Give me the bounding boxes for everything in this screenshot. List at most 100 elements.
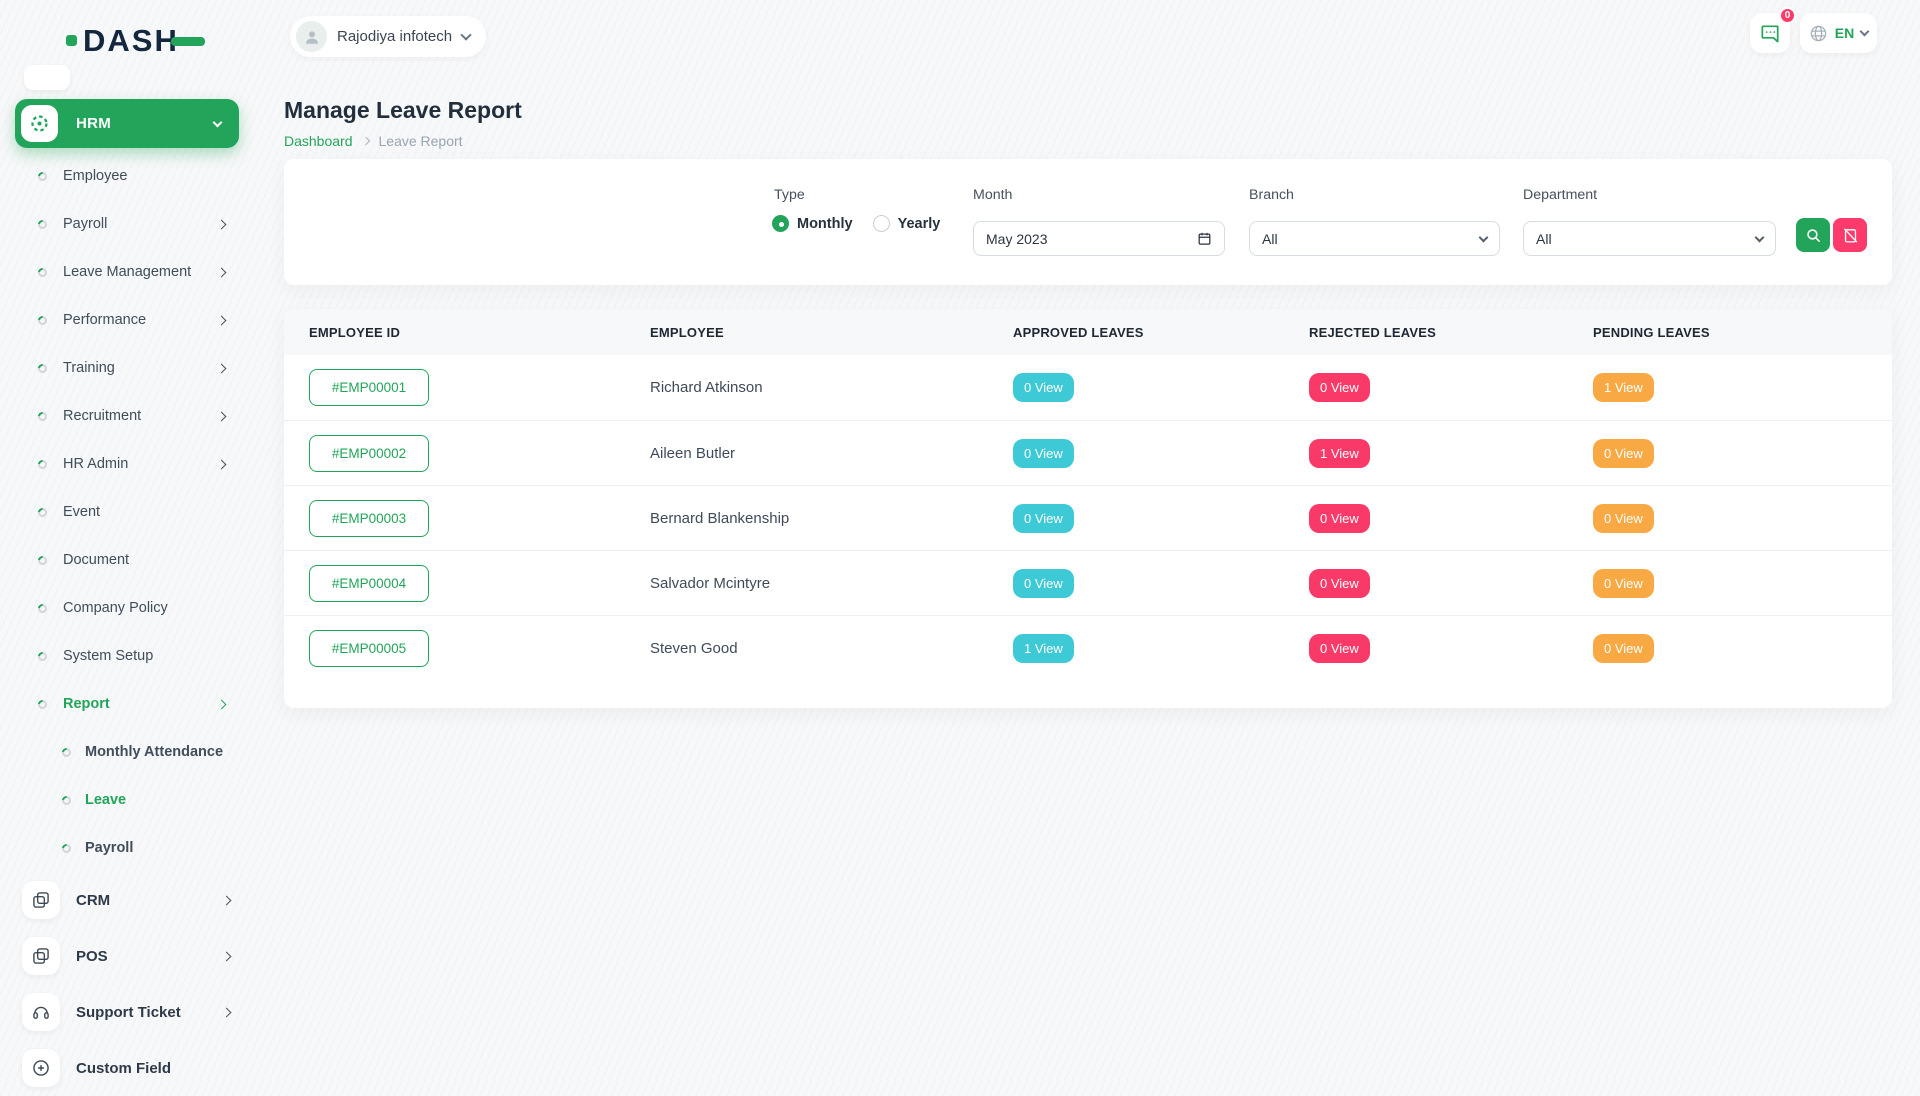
company-selector[interactable]: Rajodiya infotech — [290, 16, 486, 57]
type-radio-group: Monthly Yearly — [772, 215, 940, 232]
chevron-down-icon — [460, 29, 471, 40]
bullet-icon — [36, 506, 49, 519]
language-code: EN — [1835, 25, 1854, 41]
breadcrumb-current: Leave Report — [379, 133, 463, 149]
column-header-rejected-leaves: REJECTED LEAVES — [1309, 325, 1593, 340]
sidebar-module-custom-field[interactable]: Custom Field — [0, 1040, 254, 1096]
chevron-right-icon — [222, 895, 232, 905]
approved-leaves-badge[interactable]: 0 View — [1013, 504, 1074, 533]
employee-id-button[interactable]: #EMP00002 — [309, 435, 429, 472]
chevron-right-icon — [217, 363, 227, 373]
employee-name: Aileen Butler — [650, 445, 1013, 462]
pending-leaves-badge[interactable]: 0 View — [1593, 439, 1654, 468]
branch-select[interactable]: All — [1249, 221, 1500, 256]
sidebar-module-support-ticket[interactable]: Support Ticket — [0, 984, 254, 1040]
sidebar-module-crm[interactable]: CRM — [0, 872, 254, 928]
chevron-right-icon — [217, 267, 227, 277]
bullet-icon — [36, 314, 49, 327]
company-name: Rajodiya infotech — [337, 28, 452, 45]
chevron-right-icon — [361, 137, 369, 145]
sidebar-item-employee[interactable]: Employee — [0, 152, 254, 200]
rejected-leaves-badge[interactable]: 0 View — [1309, 504, 1370, 533]
sidebar-module-pos[interactable]: POS — [0, 928, 254, 984]
module-switcher-hrm[interactable]: HRM — [15, 99, 239, 148]
bullet-icon — [36, 698, 49, 711]
chevron-right-icon — [222, 951, 232, 961]
type-radio-monthly[interactable]: Monthly — [772, 215, 853, 232]
sidebar-item-performance[interactable]: Performance — [0, 296, 254, 344]
sidebar-subitem-payroll[interactable]: Payroll — [0, 824, 254, 872]
department-value: All — [1536, 231, 1552, 247]
sidebar-item-report[interactable]: Report — [0, 680, 254, 728]
chevron-right-icon — [222, 1007, 232, 1017]
hub-icon — [21, 105, 58, 142]
app-logo[interactable]: DASH — [66, 20, 205, 60]
bullet-icon — [36, 554, 49, 567]
reset-filter-button[interactable] — [1833, 218, 1867, 252]
approved-leaves-badge[interactable]: 1 View — [1013, 634, 1074, 663]
app-windows-icon — [22, 937, 60, 975]
chevron-right-icon — [217, 315, 227, 325]
notification-badge: 0 — [1779, 7, 1796, 24]
type-label: Type — [774, 187, 805, 203]
sidebar-item-company-policy[interactable]: Company Policy — [0, 584, 254, 632]
breadcrumb-dashboard-link[interactable]: Dashboard — [284, 133, 353, 149]
sidebar-item-leave-management[interactable]: Leave Management — [0, 248, 254, 296]
sidebar-subitem-leave[interactable]: Leave — [0, 776, 254, 824]
type-radio-yearly[interactable]: Yearly — [873, 215, 941, 232]
approved-leaves-badge[interactable]: 0 View — [1013, 569, 1074, 598]
sidebar-item-event[interactable]: Event — [0, 488, 254, 536]
employee-name: Steven Good — [650, 640, 1013, 657]
table-header-row: EMPLOYEE IDEMPLOYEEAPPROVED LEAVESREJECT… — [284, 309, 1892, 355]
bullet-icon — [60, 746, 73, 759]
pending-leaves-badge[interactable]: 1 View — [1593, 373, 1654, 402]
bullet-icon — [36, 458, 49, 471]
sidebar: HRM Employee Payroll Leave Management Pe… — [0, 71, 254, 1080]
approved-leaves-badge[interactable]: 0 View — [1013, 373, 1074, 402]
rejected-leaves-badge[interactable]: 0 View — [1309, 569, 1370, 598]
leave-report-table: EMPLOYEE IDEMPLOYEEAPPROVED LEAVESREJECT… — [284, 309, 1892, 708]
sidebar-item-hr-admin[interactable]: HR Admin — [0, 440, 254, 488]
app-windows-icon — [22, 881, 60, 919]
chevron-down-icon — [1860, 27, 1870, 37]
sidebar-nav: Employee Payroll Leave Management Perfor… — [0, 152, 254, 728]
sidebar-toggle-stub[interactable] — [24, 65, 70, 90]
table-row: #EMP00001 Richard Atkinson 0 View 0 View… — [284, 355, 1892, 420]
table-row: #EMP00005 Steven Good 1 View 0 View 0 Vi… — [284, 615, 1892, 680]
messages-button[interactable]: 0 — [1750, 13, 1790, 53]
language-selector[interactable]: EN — [1800, 13, 1877, 53]
rejected-leaves-badge[interactable]: 0 View — [1309, 634, 1370, 663]
headset-icon — [22, 993, 60, 1031]
sidebar-subitem-monthly-attendance[interactable]: Monthly Attendance — [0, 728, 254, 776]
sidebar-item-payroll[interactable]: Payroll — [0, 200, 254, 248]
column-header-employee: EMPLOYEE — [650, 325, 1013, 340]
department-select[interactable]: All — [1523, 221, 1776, 256]
sidebar-item-system-setup[interactable]: System Setup — [0, 632, 254, 680]
pending-leaves-badge[interactable]: 0 View — [1593, 634, 1654, 663]
logo-dash-icon — [171, 37, 205, 46]
employee-id-button[interactable]: #EMP00004 — [309, 565, 429, 602]
globe-icon — [1809, 24, 1828, 43]
employee-id-button[interactable]: #EMP00001 — [309, 369, 429, 406]
bullet-icon — [36, 266, 49, 279]
page-title: Manage Leave Report — [284, 97, 522, 124]
employee-id-button[interactable]: #EMP00003 — [309, 500, 429, 537]
bullet-icon — [36, 410, 49, 423]
employee-id-button[interactable]: #EMP00005 — [309, 630, 429, 667]
approved-leaves-badge[interactable]: 0 View — [1013, 439, 1074, 468]
rejected-leaves-badge[interactable]: 1 View — [1309, 439, 1370, 468]
month-input[interactable]: May 2023 — [973, 221, 1225, 256]
breadcrumb: Dashboard Leave Report — [284, 133, 463, 149]
rejected-leaves-badge[interactable]: 0 View — [1309, 373, 1370, 402]
column-header-pending-leaves: PENDING LEAVES — [1593, 325, 1892, 340]
chevron-right-icon — [217, 459, 227, 469]
pending-leaves-badge[interactable]: 0 View — [1593, 504, 1654, 533]
module-switcher-label: HRM — [76, 115, 111, 132]
bullet-icon — [60, 842, 73, 855]
search-button[interactable] — [1796, 218, 1830, 252]
sidebar-item-document[interactable]: Document — [0, 536, 254, 584]
sidebar-item-training[interactable]: Training — [0, 344, 254, 392]
sidebar-item-recruitment[interactable]: Recruitment — [0, 392, 254, 440]
pending-leaves-badge[interactable]: 0 View — [1593, 569, 1654, 598]
calendar-icon[interactable] — [1197, 231, 1212, 246]
